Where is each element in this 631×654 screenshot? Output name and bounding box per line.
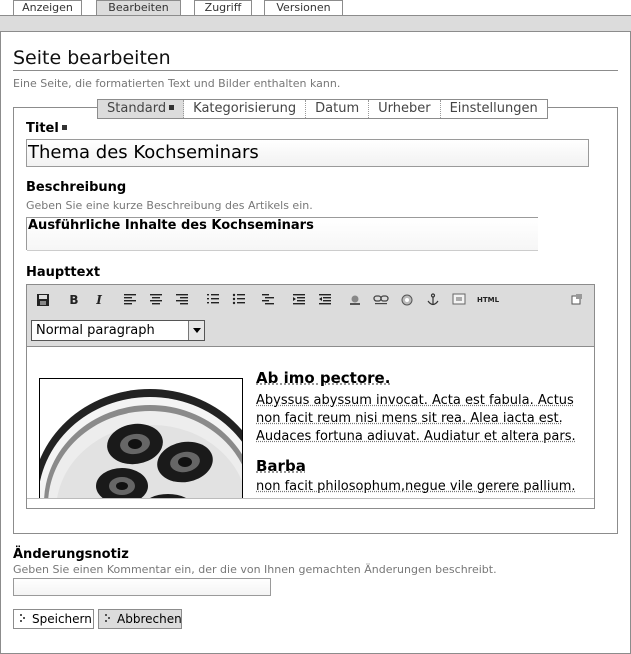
rich-text-editor: B I HTML Normal paragraph Ab imo pectore…	[26, 284, 595, 509]
change-note-input[interactable]	[13, 578, 271, 596]
page-description: Eine Seite, die formatierten Text und Bi…	[13, 77, 341, 90]
description-textarea[interactable]: Ausführliche Inhalte des Kochseminars	[26, 217, 538, 251]
unordered-list-icon[interactable]	[229, 291, 249, 309]
title-divider	[13, 70, 618, 71]
description-value: Ausführliche Inhalte des Kochseminars	[28, 218, 314, 233]
bold-icon[interactable]: B	[64, 291, 84, 309]
grip-icon	[105, 614, 111, 624]
sushi-image[interactable]	[39, 378, 243, 498]
page-title: Seite bearbeiten	[13, 47, 171, 69]
definition-list-icon[interactable]	[258, 291, 278, 309]
ordered-list-icon[interactable]	[203, 291, 223, 309]
outdent-icon[interactable]	[289, 291, 309, 309]
indent-icon[interactable]	[315, 291, 335, 309]
chevron-down-icon[interactable]	[188, 321, 204, 340]
cancel-button[interactable]: Abbrechen	[98, 609, 182, 629]
subtab-standard-label: Standard	[107, 101, 167, 116]
description-help: Geben Sie eine kurze Beschreibung des Ar…	[26, 199, 313, 212]
subtab-standard[interactable]: Standard	[98, 100, 185, 118]
link-icon[interactable]	[371, 291, 391, 309]
external-link-icon[interactable]	[397, 291, 417, 309]
subtab-kategorisierung[interactable]: Kategorisierung	[184, 100, 307, 118]
subtab-datum[interactable]: Datum	[306, 100, 370, 118]
sub-tabs: Standard Kategorisierung Datum Urheber E…	[97, 99, 548, 119]
tab-bar	[0, 15, 631, 32]
required-marker-icon	[61, 125, 67, 130]
tab-zugriff[interactable]: Zugriff	[194, 0, 252, 16]
content-heading-1: Ab imo pectore.	[256, 369, 391, 387]
table-icon[interactable]	[449, 291, 469, 309]
image-icon[interactable]	[345, 291, 365, 309]
anchor-icon[interactable]	[423, 291, 443, 309]
change-note-label: Änderungsnotiz	[13, 547, 129, 562]
content-paragraph-1: Abyssus abyssum invocat. Acta est fabula…	[256, 393, 576, 444]
italic-icon[interactable]: I	[89, 291, 109, 309]
align-right-icon[interactable]	[172, 291, 192, 309]
editor-toolbar: B I HTML Normal paragraph	[27, 285, 594, 347]
editor-resize-bar[interactable]	[27, 498, 594, 508]
editor-content[interactable]: Ab imo pectore. Abyssus abyssum invocat.…	[27, 348, 594, 498]
grip-icon	[20, 614, 26, 624]
fullscreen-icon[interactable]	[567, 291, 587, 309]
save-icon[interactable]	[33, 291, 53, 309]
description-label: Beschreibung	[26, 180, 127, 195]
required-marker-icon	[169, 105, 175, 110]
cancel-button-label: Abbrechen	[117, 612, 182, 626]
subtab-einstellungen[interactable]: Einstellungen	[441, 100, 547, 118]
title-input[interactable]: Thema des Kochseminars	[26, 139, 589, 167]
paragraph-format-select[interactable]: Normal paragraph	[31, 320, 205, 341]
body-label: Haupttext	[26, 265, 101, 280]
textarea-resize-handle[interactable]	[27, 250, 538, 251]
format-selected-value: Normal paragraph	[36, 323, 155, 338]
html-icon[interactable]: HTML	[475, 291, 501, 309]
top-tabs: Anzeigen Bearbeiten Zugriff Versionen	[0, 0, 631, 16]
tab-anzeigen[interactable]: Anzeigen	[13, 0, 82, 16]
change-note-help: Geben Sie einen Kommentar ein, der die v…	[13, 563, 497, 576]
save-button[interactable]: Speichern	[13, 609, 94, 629]
content-paragraph-2: non facit philosophum,negue vile gerere …	[256, 479, 576, 494]
subtab-urheber[interactable]: Urheber	[369, 100, 441, 118]
title-label: Titel	[26, 121, 67, 136]
tab-versionen[interactable]: Versionen	[264, 0, 343, 16]
editor-text: Ab imo pectore. Abyssus abyssum invocat.…	[256, 368, 581, 496]
align-center-icon[interactable]	[146, 291, 166, 309]
tab-bearbeiten[interactable]: Bearbeiten	[96, 0, 181, 16]
align-left-icon[interactable]	[120, 291, 140, 309]
save-button-label: Speichern	[32, 612, 92, 626]
content-heading-2: Barba	[256, 457, 306, 475]
